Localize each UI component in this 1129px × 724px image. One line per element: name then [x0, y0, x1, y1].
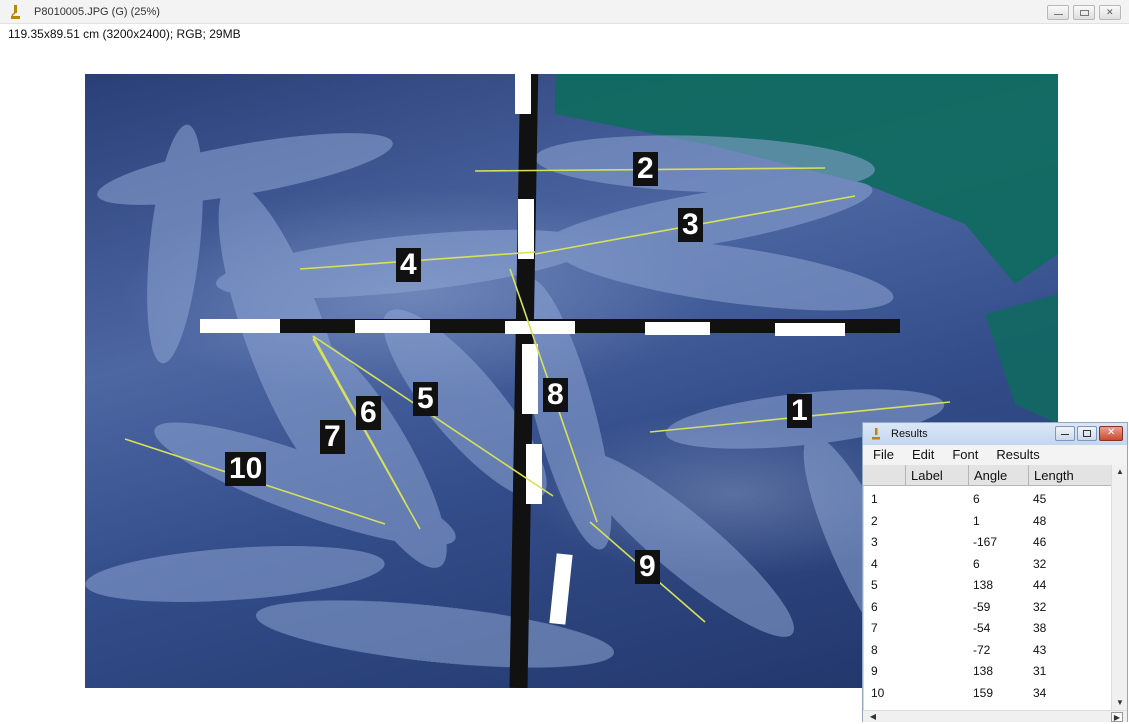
minimize-button[interactable]: [1047, 5, 1069, 20]
maximize-button[interactable]: [1073, 5, 1095, 20]
row-index: 2: [871, 513, 878, 528]
measurement-label: 8: [543, 378, 568, 412]
table-row[interactable]: 5 138 44: [863, 574, 1111, 596]
measurement-label: 3: [678, 208, 703, 242]
table-row[interactable]: 3 -167 46: [863, 531, 1111, 553]
menu-results[interactable]: Results: [986, 445, 1039, 465]
table-row[interactable]: 7 -54 38: [863, 617, 1111, 639]
results-maximize-button[interactable]: [1077, 426, 1097, 441]
close-button[interactable]: ✕: [1099, 5, 1121, 20]
scroll-up-icon[interactable]: ▲: [1114, 467, 1126, 477]
row-index: 9: [871, 664, 878, 678]
measurement-label: 5: [413, 382, 438, 416]
table-row[interactable]: 1 6 45: [863, 488, 1111, 510]
results-titlebar[interactable]: Results ✕: [863, 423, 1127, 445]
row-length: 48: [1033, 513, 1047, 528]
image-info: 119.35x89.51 cm (3200x2400); RGB; 29MB: [8, 27, 241, 41]
row-length: 31: [1033, 664, 1047, 678]
column-header-index[interactable]: [863, 465, 905, 486]
row-index: 10: [871, 685, 885, 700]
row-angle: -72: [973, 642, 991, 657]
row-index: 6: [871, 599, 878, 614]
results-window: Results ✕ File Edit Font Results Label A…: [862, 422, 1128, 722]
results-close-button[interactable]: ✕: [1099, 426, 1123, 441]
row-index: 5: [871, 578, 878, 592]
row-length: 46: [1033, 535, 1047, 549]
maximize-icon: [1080, 10, 1089, 16]
column-header-angle[interactable]: Angle: [968, 465, 1028, 486]
window-title: P8010005.JPG (G) (25%): [34, 6, 160, 18]
table-header: Label Angle Length: [863, 465, 1111, 486]
row-index: 4: [871, 556, 878, 571]
measurement-label: 9: [635, 550, 660, 584]
microscope-icon: [872, 428, 880, 440]
microscope-icon: [11, 5, 20, 19]
measurement-label: 4: [396, 248, 421, 282]
measurement-label: 10: [225, 452, 267, 486]
row-length: 43: [1033, 642, 1047, 657]
row-angle: 1: [973, 513, 980, 528]
row-angle: 6: [973, 492, 980, 506]
close-icon: ✕: [1106, 7, 1114, 17]
results-minimize-button[interactable]: [1055, 426, 1075, 441]
measurement-label: 7: [320, 420, 345, 454]
row-angle: 6: [973, 556, 980, 571]
table-row[interactable]: 2 1 48: [863, 510, 1111, 532]
column-header-length[interactable]: Length: [1028, 465, 1111, 486]
table-row[interactable]: 8 -72 43: [863, 639, 1111, 661]
horizontal-scrollbar[interactable]: ◀ ▶: [863, 710, 1127, 722]
scroll-right-icon[interactable]: ▶: [1111, 712, 1123, 722]
minimize-icon: [1061, 434, 1069, 435]
menu-file[interactable]: File: [863, 445, 894, 465]
measurement-label: 2: [633, 152, 658, 186]
row-length: 44: [1033, 578, 1047, 592]
window-titlebar[interactable]: P8010005.JPG (G) (25%) ✕: [0, 0, 1129, 24]
scroll-down-icon[interactable]: ▼: [1114, 698, 1126, 708]
row-angle: -54: [973, 621, 991, 635]
vertical-scrollbar[interactable]: ▲ ▼: [1111, 465, 1127, 710]
results-menubar: File Edit Font Results: [863, 445, 1127, 465]
results-table: Label Angle Length 1 6 45 2 1 48 3 -167 46 4 6 32 5 1…: [863, 465, 1111, 710]
table-row[interactable]: 9 138 31: [863, 660, 1111, 682]
row-length: 38: [1033, 621, 1047, 635]
row-length: 32: [1033, 599, 1047, 614]
row-length: 32: [1033, 556, 1047, 571]
table-row[interactable]: 4 6 32: [863, 553, 1111, 575]
measurement-label: 6: [356, 396, 381, 430]
row-angle: 159: [973, 685, 994, 700]
row-angle: -59: [973, 599, 991, 614]
column-header-label[interactable]: Label: [905, 465, 968, 486]
menu-font[interactable]: Font: [942, 445, 978, 465]
maximize-icon: [1083, 430, 1091, 437]
table-body: 1 6 45 2 1 48 3 -167 46 4 6 32 5 138 44 6 -59 32 7 -54 38 8 -7…: [863, 488, 1111, 703]
row-index: 7: [871, 621, 878, 635]
row-angle: 138: [973, 578, 994, 592]
row-angle: -167: [973, 535, 998, 549]
minimize-icon: [1054, 14, 1063, 15]
row-angle: 138: [973, 664, 994, 678]
results-title: Results: [891, 428, 928, 440]
row-index: 8: [871, 642, 878, 657]
table-row[interactable]: 10 159 34: [863, 682, 1111, 704]
row-length: 34: [1033, 685, 1047, 700]
measurement-label: 1: [787, 394, 812, 428]
menu-edit[interactable]: Edit: [902, 445, 934, 465]
scroll-left-icon[interactable]: ◀: [867, 712, 879, 722]
row-index: 3: [871, 535, 878, 549]
row-length: 45: [1033, 492, 1047, 506]
row-index: 1: [871, 492, 878, 506]
table-row[interactable]: 6 -59 32: [863, 596, 1111, 618]
